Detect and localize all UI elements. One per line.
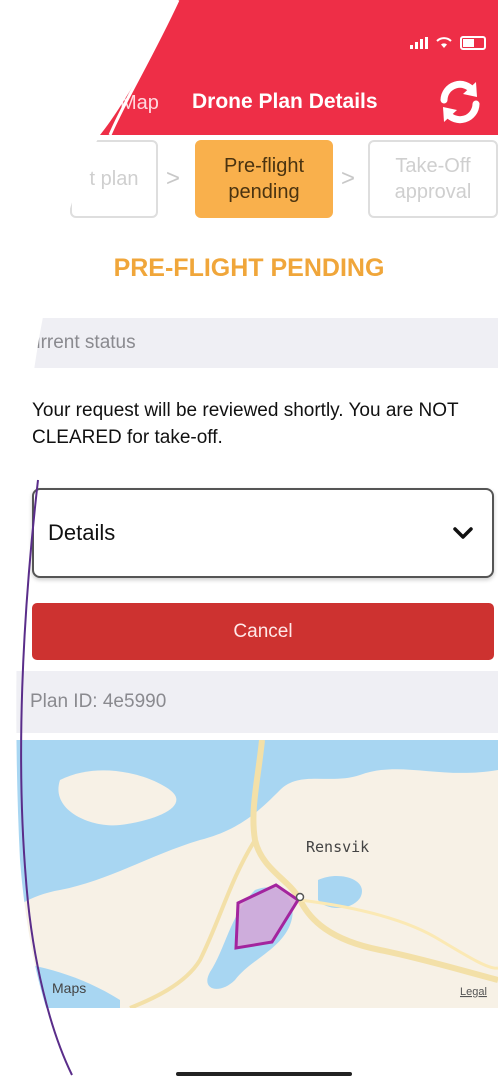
status-message: Your request will be reviewed shortly. Y… xyxy=(32,400,459,448)
step-pre-flight-pending[interactable]: Pre-flight pending xyxy=(195,140,333,218)
step-plan-label: t plan xyxy=(89,168,139,190)
app-header: Map Drone Plan Details xyxy=(0,0,498,135)
details-label: Details xyxy=(48,520,116,545)
cellular-signal-icon xyxy=(410,37,428,49)
legal-link[interactable]: Legal xyxy=(460,986,487,998)
back-link[interactable]: Map xyxy=(120,92,159,115)
step-separator-icon: > xyxy=(166,165,181,192)
status-heading: PRE-FLIGHT PENDING xyxy=(113,254,385,282)
cancel-button[interactable]: Cancel xyxy=(32,603,494,660)
cancel-label: Cancel xyxy=(233,620,293,642)
refresh-icon[interactable] xyxy=(436,78,484,126)
progress-steps: t plan > Pre-flight pending > Take-Off a… xyxy=(0,135,498,230)
home-indicator xyxy=(176,1072,352,1076)
status-bar-icons xyxy=(410,36,486,50)
details-dropdown[interactable]: Details xyxy=(32,488,494,578)
place-label: Rensvik xyxy=(306,838,369,856)
maps-attribution: Maps xyxy=(52,980,86,996)
map-canvas[interactable]: Rensvik Maps Legal xyxy=(0,739,498,1010)
chevron-down-icon xyxy=(453,527,473,539)
plan-id-section: Plan ID: 4e5990 xyxy=(0,671,498,733)
plan-id: Plan ID: 4e5990 xyxy=(30,691,167,712)
wifi-icon xyxy=(436,37,452,48)
current-status-label: urrent status xyxy=(30,332,136,353)
current-status-section: urrent status xyxy=(0,318,498,368)
step-plan[interactable]: t plan xyxy=(70,140,158,218)
battery-icon xyxy=(460,36,486,50)
step-take-off-approval[interactable]: Take-Off approval xyxy=(368,140,498,218)
page-title: Drone Plan Details xyxy=(192,90,378,113)
step-pre-flight-label: Pre-flight pending xyxy=(223,155,305,203)
step-separator-icon: > xyxy=(341,165,356,192)
flight-map[interactable]: Rensvik Maps Legal xyxy=(0,739,498,1010)
location-marker-icon xyxy=(295,892,305,902)
step-take-off-label: Take-Off approval xyxy=(394,155,472,203)
